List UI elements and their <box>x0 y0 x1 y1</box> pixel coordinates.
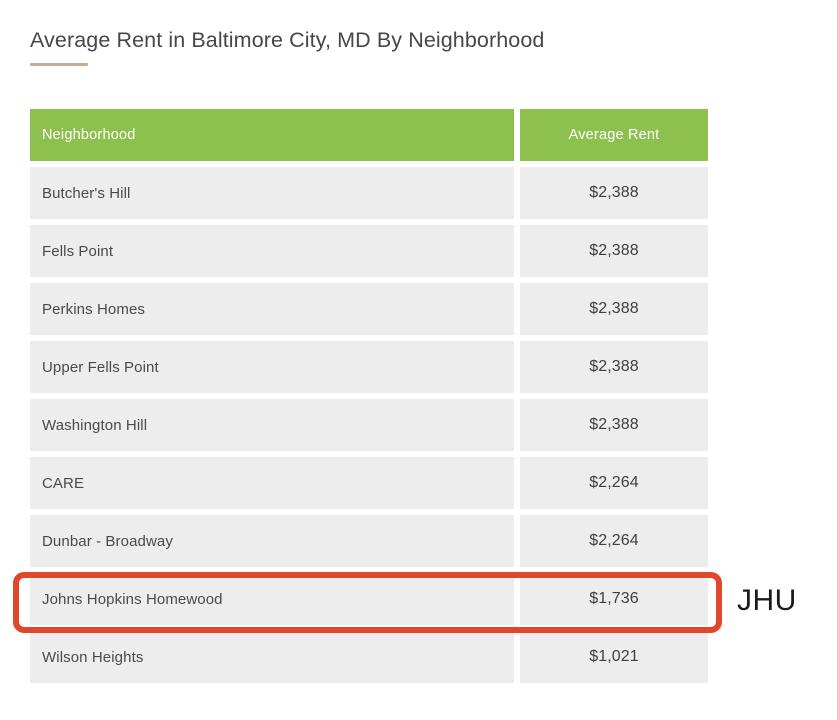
column-header-neighborhood-label: Neighborhood <box>42 127 136 143</box>
annotation-label-jhu: JHU <box>737 584 797 617</box>
neighborhood-value: Perkins Homes <box>42 300 145 318</box>
table-row: Dunbar - Broadway $2,264 <box>30 515 708 567</box>
column-header-neighborhood: Neighborhood <box>30 109 514 161</box>
cell-average-rent: $2,264 <box>520 457 708 509</box>
table-row: Washington Hill $2,388 <box>30 399 708 451</box>
cell-neighborhood: Wilson Heights <box>30 631 514 683</box>
neighborhood-value: Johns Hopkins Homewood <box>42 590 223 608</box>
title-underline-rule <box>30 63 88 66</box>
table-header-row: Neighborhood Average Rent <box>30 109 708 161</box>
table-row: Upper Fells Point $2,388 <box>30 341 708 393</box>
average-rent-value: $1,736 <box>589 590 639 607</box>
rent-table: Neighborhood Average Rent Butcher's Hill… <box>30 109 708 689</box>
table-row: Butcher's Hill $2,388 <box>30 167 708 219</box>
table-row: Wilson Heights $1,021 <box>30 631 708 683</box>
neighborhood-value: Wilson Heights <box>42 648 144 666</box>
cell-neighborhood: Washington Hill <box>30 399 514 451</box>
column-header-average-rent-label: Average Rent <box>568 127 660 143</box>
cell-neighborhood: Butcher's Hill <box>30 167 514 219</box>
cell-neighborhood: Upper Fells Point <box>30 341 514 393</box>
cell-neighborhood: Perkins Homes <box>30 283 514 335</box>
average-rent-value: $2,264 <box>589 474 639 491</box>
column-header-average-rent: Average Rent <box>520 109 708 161</box>
cell-neighborhood: CARE <box>30 457 514 509</box>
table-row: CARE $2,264 <box>30 457 708 509</box>
neighborhood-value: CARE <box>42 474 85 492</box>
average-rent-value: $2,388 <box>589 184 639 201</box>
document-page: Average Rent in Baltimore City, MD By Ne… <box>0 0 837 720</box>
cell-average-rent: $1,021 <box>520 631 708 683</box>
average-rent-value: $2,264 <box>589 532 639 549</box>
neighborhood-value: Fells Point <box>42 242 114 260</box>
average-rent-value: $1,021 <box>589 648 639 665</box>
cell-neighborhood: Dunbar - Broadway <box>30 515 514 567</box>
table-row-highlighted: Johns Hopkins Homewood $1,736 <box>30 573 708 625</box>
average-rent-value: $2,388 <box>589 358 639 375</box>
table-row: Fells Point $2,388 <box>30 225 708 277</box>
cell-average-rent: $2,388 <box>520 399 708 451</box>
page-title: Average Rent in Baltimore City, MD By Ne… <box>30 28 545 52</box>
title-block: Average Rent in Baltimore City, MD By Ne… <box>30 26 730 66</box>
neighborhood-value: Butcher's Hill <box>42 184 131 202</box>
table-row: Perkins Homes $2,388 <box>30 283 708 335</box>
neighborhood-value: Upper Fells Point <box>42 358 159 376</box>
average-rent-value: $2,388 <box>589 242 639 259</box>
cell-average-rent: $2,388 <box>520 341 708 393</box>
cell-average-rent: $2,388 <box>520 283 708 335</box>
cell-average-rent: $2,264 <box>520 515 708 567</box>
cell-neighborhood: Fells Point <box>30 225 514 277</box>
cell-average-rent: $2,388 <box>520 167 708 219</box>
neighborhood-value: Dunbar - Broadway <box>42 532 173 550</box>
average-rent-value: $2,388 <box>589 416 639 433</box>
cell-average-rent: $2,388 <box>520 225 708 277</box>
cell-average-rent: $1,736 <box>520 573 708 625</box>
neighborhood-value: Washington Hill <box>42 416 148 434</box>
cell-neighborhood: Johns Hopkins Homewood <box>30 573 514 625</box>
average-rent-value: $2,388 <box>589 300 639 317</box>
